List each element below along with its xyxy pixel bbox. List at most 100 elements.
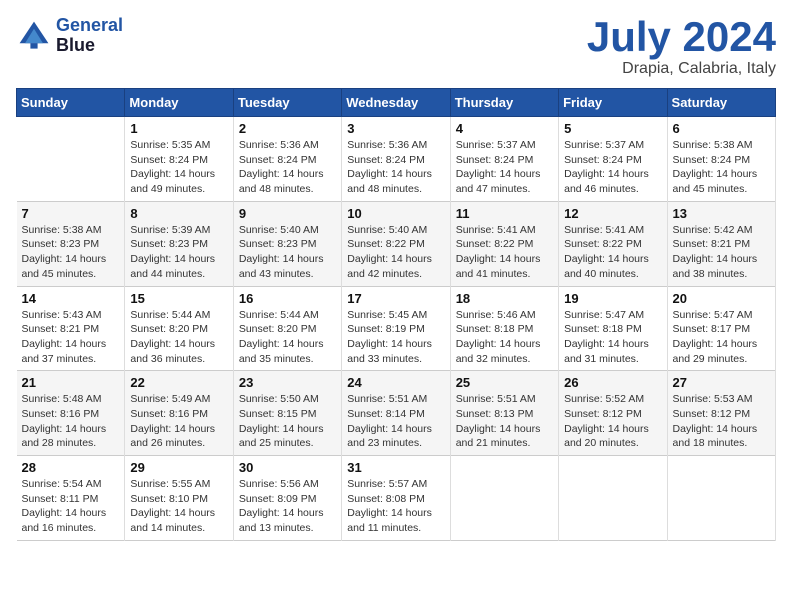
- day-detail: Sunrise: 5:41 AM Sunset: 8:22 PM Dayligh…: [564, 223, 661, 282]
- day-detail: Sunrise: 5:52 AM Sunset: 8:12 PM Dayligh…: [564, 392, 661, 451]
- day-of-week-header: Tuesday: [233, 89, 341, 117]
- day-number: 1: [130, 121, 227, 136]
- day-of-week-header: Saturday: [667, 89, 775, 117]
- day-number: 11: [456, 206, 553, 221]
- day-detail: Sunrise: 5:55 AM Sunset: 8:10 PM Dayligh…: [130, 477, 227, 536]
- logo: General Blue: [16, 16, 123, 56]
- day-number: 15: [130, 291, 227, 306]
- logo-text: General Blue: [56, 16, 123, 56]
- calendar-cell: 29Sunrise: 5:55 AM Sunset: 8:10 PM Dayli…: [125, 456, 233, 541]
- day-detail: Sunrise: 5:57 AM Sunset: 8:08 PM Dayligh…: [347, 477, 444, 536]
- calendar-cell: [450, 456, 558, 541]
- calendar-cell: 21Sunrise: 5:48 AM Sunset: 8:16 PM Dayli…: [17, 371, 125, 456]
- week-row: 14 Sunrise: 5:43 AM Sunset: 8:21 PM Dayli…: [17, 286, 776, 371]
- day-of-week-header: Thursday: [450, 89, 558, 117]
- calendar-cell: 27 Sunrise: 5:53 AM Sunset: 8:12 PM Dayli…: [667, 371, 775, 456]
- day-detail: Sunrise: 5:41 AM Sunset: 8:22 PM Dayligh…: [456, 223, 553, 282]
- calendar-cell: 25 Sunrise: 5:51 AM Sunset: 8:13 PM Dayli…: [450, 371, 558, 456]
- calendar-cell: 8 Sunrise: 5:39 AM Sunset: 8:23 PM Daylig…: [125, 201, 233, 286]
- calendar-cell: 30 Sunrise: 5:56 AM Sunset: 8:09 PM Dayli…: [233, 456, 341, 541]
- day-detail: Sunrise: 5:51 AM Sunset: 8:14 PM Dayligh…: [347, 392, 444, 451]
- day-number: 13: [673, 206, 770, 221]
- day-detail: Sunrise: 5:39 AM Sunset: 8:23 PM Dayligh…: [130, 223, 227, 282]
- day-number: 30: [239, 460, 336, 475]
- day-number: 28: [22, 460, 120, 475]
- day-detail: Sunrise: 5:38 AM Sunset: 8:24 PM Dayligh…: [673, 138, 770, 197]
- day-number: 19: [564, 291, 661, 306]
- calendar-cell: 4 Sunrise: 5:37 AM Sunset: 8:24 PM Daylig…: [450, 117, 558, 202]
- day-of-week-header: Monday: [125, 89, 233, 117]
- day-detail: Sunrise: 5:42 AM Sunset: 8:21 PM Dayligh…: [673, 223, 770, 282]
- calendar-cell: 22 Sunrise: 5:49 AM Sunset: 8:16 PM Dayli…: [125, 371, 233, 456]
- day-detail: Sunrise: 5:50 AM Sunset: 8:15 PM Dayligh…: [239, 392, 336, 451]
- day-detail: Sunrise: 5:38 AM Sunset: 8:23 PM Dayligh…: [22, 223, 120, 282]
- calendar-table: SundayMondayTuesdayWednesdayThursdayFrid…: [16, 88, 776, 541]
- day-detail: Sunrise: 5:53 AM Sunset: 8:12 PM Dayligh…: [673, 392, 770, 451]
- calendar-cell: 13 Sunrise: 5:42 AM Sunset: 8:21 PM Dayli…: [667, 201, 775, 286]
- calendar-cell: 11 Sunrise: 5:41 AM Sunset: 8:22 PM Dayli…: [450, 201, 558, 286]
- calendar-cell: 23 Sunrise: 5:50 AM Sunset: 8:15 PM Dayli…: [233, 371, 341, 456]
- day-number: 14: [22, 291, 120, 306]
- day-detail: Sunrise: 5:49 AM Sunset: 8:16 PM Dayligh…: [130, 392, 227, 451]
- day-number: 2: [239, 121, 336, 136]
- day-detail: Sunrise: 5:40 AM Sunset: 8:22 PM Dayligh…: [347, 223, 444, 282]
- day-detail: Sunrise: 5:36 AM Sunset: 8:24 PM Dayligh…: [347, 138, 444, 197]
- day-number: 7: [22, 206, 120, 221]
- day-detail: Sunrise: 5:37 AM Sunset: 8:24 PM Dayligh…: [564, 138, 661, 197]
- day-number: 3: [347, 121, 444, 136]
- day-detail: Sunrise: 5:43 AM Sunset: 8:21 PM Dayligh…: [22, 308, 120, 367]
- day-of-week-header: Sunday: [17, 89, 125, 117]
- day-number: 27: [673, 375, 770, 390]
- day-detail: Sunrise: 5:44 AM Sunset: 8:20 PM Dayligh…: [239, 308, 336, 367]
- day-number: 16: [239, 291, 336, 306]
- day-of-week-header: Friday: [559, 89, 667, 117]
- day-number: 10: [347, 206, 444, 221]
- week-row: 21Sunrise: 5:48 AM Sunset: 8:16 PM Dayli…: [17, 371, 776, 456]
- day-detail: Sunrise: 5:40 AM Sunset: 8:23 PM Dayligh…: [239, 223, 336, 282]
- day-of-week-header: Wednesday: [342, 89, 450, 117]
- calendar-cell: 19 Sunrise: 5:47 AM Sunset: 8:18 PM Dayli…: [559, 286, 667, 371]
- day-number: 25: [456, 375, 553, 390]
- subtitle: Drapia, Calabria, Italy: [587, 60, 776, 78]
- week-row: 1 Sunrise: 5:35 AM Sunset: 8:24 PM Daylig…: [17, 117, 776, 202]
- day-detail: Sunrise: 5:48 AM Sunset: 8:16 PM Dayligh…: [22, 392, 120, 451]
- day-number: 23: [239, 375, 336, 390]
- main-title: July 2024: [587, 16, 776, 58]
- calendar-cell: 18Sunrise: 5:46 AM Sunset: 8:18 PM Dayli…: [450, 286, 558, 371]
- day-number: 24: [347, 375, 444, 390]
- day-number: 9: [239, 206, 336, 221]
- day-detail: Sunrise: 5:45 AM Sunset: 8:19 PM Dayligh…: [347, 308, 444, 367]
- calendar-cell: 12 Sunrise: 5:41 AM Sunset: 8:22 PM Dayli…: [559, 201, 667, 286]
- day-number: 4: [456, 121, 553, 136]
- day-number: 26: [564, 375, 661, 390]
- calendar-cell: 1 Sunrise: 5:35 AM Sunset: 8:24 PM Daylig…: [125, 117, 233, 202]
- day-number: 5: [564, 121, 661, 136]
- day-detail: Sunrise: 5:44 AM Sunset: 8:20 PM Dayligh…: [130, 308, 227, 367]
- day-number: 20: [673, 291, 770, 306]
- day-number: 22: [130, 375, 227, 390]
- calendar-cell: [667, 456, 775, 541]
- day-number: 12: [564, 206, 661, 221]
- day-detail: Sunrise: 5:46 AM Sunset: 8:18 PM Dayligh…: [456, 308, 553, 367]
- calendar-cell: 15 Sunrise: 5:44 AM Sunset: 8:20 PM Dayli…: [125, 286, 233, 371]
- day-detail: Sunrise: 5:54 AM Sunset: 8:11 PM Dayligh…: [22, 477, 120, 536]
- calendar-cell: 3 Sunrise: 5:36 AM Sunset: 8:24 PM Daylig…: [342, 117, 450, 202]
- day-detail: Sunrise: 5:37 AM Sunset: 8:24 PM Dayligh…: [456, 138, 553, 197]
- week-row: 7 Sunrise: 5:38 AM Sunset: 8:23 PM Daylig…: [17, 201, 776, 286]
- day-detail: Sunrise: 5:47 AM Sunset: 8:17 PM Dayligh…: [673, 308, 770, 367]
- calendar-cell: 26 Sunrise: 5:52 AM Sunset: 8:12 PM Dayli…: [559, 371, 667, 456]
- day-number: 8: [130, 206, 227, 221]
- week-row: 28 Sunrise: 5:54 AM Sunset: 8:11 PM Dayli…: [17, 456, 776, 541]
- day-detail: Sunrise: 5:51 AM Sunset: 8:13 PM Dayligh…: [456, 392, 553, 451]
- calendar-cell: 20 Sunrise: 5:47 AM Sunset: 8:17 PM Dayli…: [667, 286, 775, 371]
- calendar-cell: 17Sunrise: 5:45 AM Sunset: 8:19 PM Dayli…: [342, 286, 450, 371]
- calendar-cell: 9 Sunrise: 5:40 AM Sunset: 8:23 PM Daylig…: [233, 201, 341, 286]
- day-detail: Sunrise: 5:35 AM Sunset: 8:24 PM Dayligh…: [130, 138, 227, 197]
- calendar-cell: 14 Sunrise: 5:43 AM Sunset: 8:21 PM Dayli…: [17, 286, 125, 371]
- calendar-cell: 2Sunrise: 5:36 AM Sunset: 8:24 PM Daylig…: [233, 117, 341, 202]
- calendar-cell: 7 Sunrise: 5:38 AM Sunset: 8:23 PM Daylig…: [17, 201, 125, 286]
- header: General Blue July 2024 Drapia, Calabria,…: [16, 16, 776, 78]
- calendar-cell: 6Sunrise: 5:38 AM Sunset: 8:24 PM Daylig…: [667, 117, 775, 202]
- day-detail: Sunrise: 5:47 AM Sunset: 8:18 PM Dayligh…: [564, 308, 661, 367]
- day-detail: Sunrise: 5:56 AM Sunset: 8:09 PM Dayligh…: [239, 477, 336, 536]
